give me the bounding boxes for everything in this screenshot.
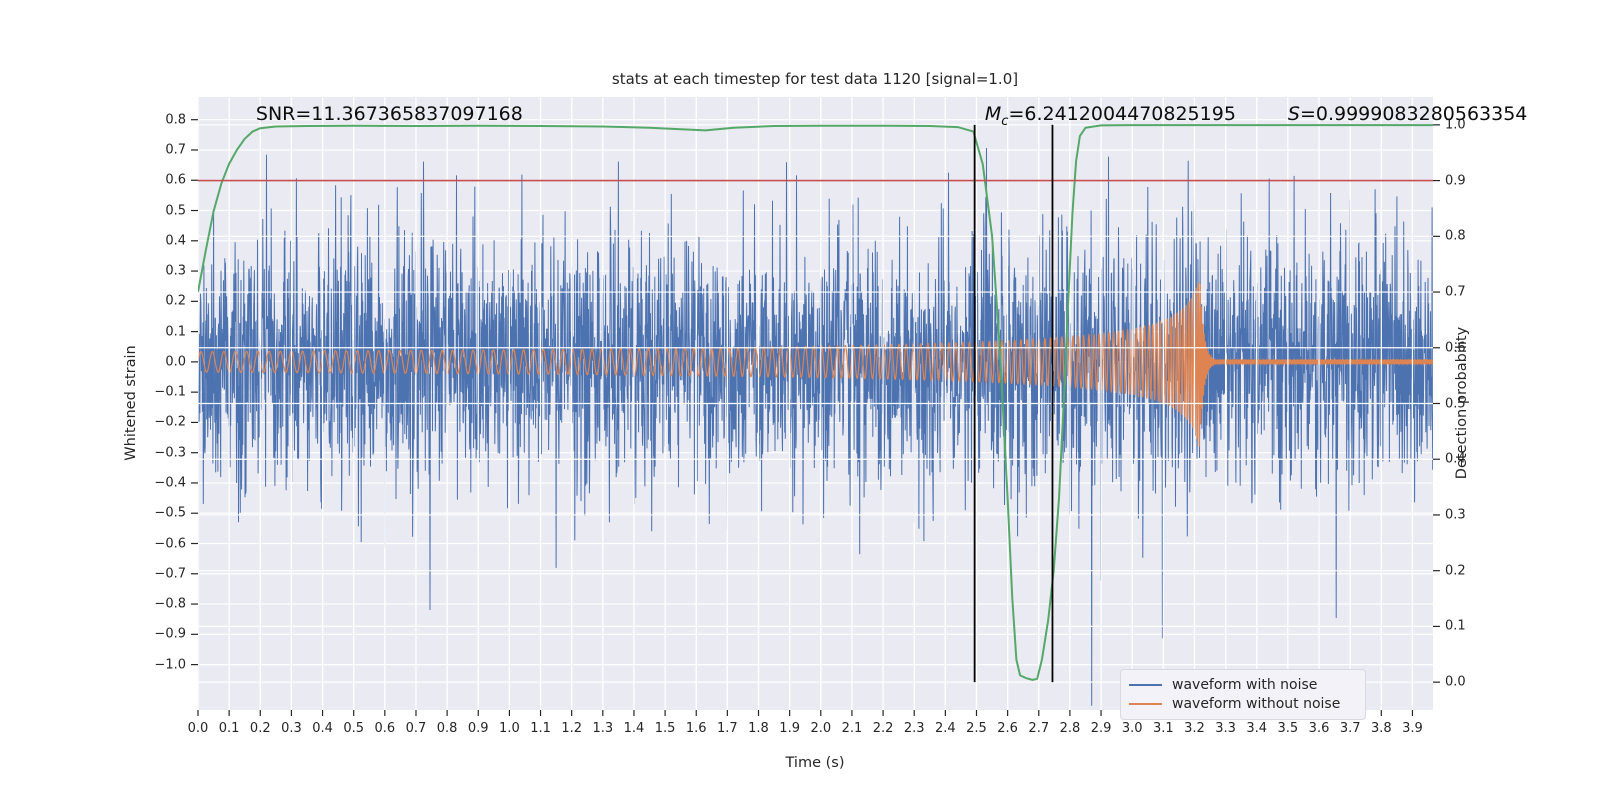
y-left-tick-label: −0.7 xyxy=(154,566,186,582)
legend-item-without-noise: waveform without noise xyxy=(1129,694,1355,713)
gridlines-over xyxy=(197,97,1433,710)
x-tick-label: 3.8 xyxy=(1370,721,1392,736)
significance-annotation: S=0.9999083280563354 xyxy=(1288,103,1528,125)
y-right-tick-label: 0.9 xyxy=(1445,173,1466,189)
y-right-tick-label: 0.5 xyxy=(1445,396,1466,411)
x-axis-label: Time (s) xyxy=(785,755,845,771)
snr-annotation: SNR=11.367365837097168 xyxy=(256,103,523,125)
y-left-tick-label: 0.7 xyxy=(165,142,186,158)
y-right-tick-label: 0.7 xyxy=(1445,284,1466,300)
legend-line-sample-blue xyxy=(1129,683,1162,686)
snr-text: SNR=11.367365837097168 xyxy=(255,102,523,125)
x-tick-label: 0.3 xyxy=(281,721,302,736)
y-left-tick-label: 0.5 xyxy=(165,203,186,219)
y-right-tick-label: 0.1 xyxy=(1445,618,1466,634)
x-tick-label: 3.7 xyxy=(1339,721,1361,736)
figure: stats at each timestep for test data 112… xyxy=(0,0,1600,800)
x-tick-label: 0.9 xyxy=(467,721,489,736)
chart-title: stats at each timestep for test data 112… xyxy=(611,70,1019,88)
x-tick-label: 1.6 xyxy=(685,721,707,736)
x-tick-label: 1.1 xyxy=(530,721,551,736)
y-left-tick-label: 0.0 xyxy=(165,354,186,370)
x-tick-label: 3.4 xyxy=(1246,721,1268,736)
x-tick-label: 0.8 xyxy=(436,721,458,736)
x-tick-label: 0.1 xyxy=(218,721,240,736)
legend-line-sample-orange xyxy=(1129,702,1162,705)
y-right-tick-label: 0.8 xyxy=(1445,228,1466,244)
chirp-mass-symbol: M xyxy=(984,102,1002,125)
y-left-tick-label: −0.9 xyxy=(154,626,186,642)
x-tick-label: 3.2 xyxy=(1184,721,1205,736)
x-tick-label: 2.9 xyxy=(1090,721,1112,736)
x-tick-label: 0.0 xyxy=(187,721,209,736)
y-right-tick-label: 0.2 xyxy=(1445,563,1466,579)
x-tick-label: 0.7 xyxy=(405,721,427,736)
significance-value: =0.9999083280563354 xyxy=(1299,102,1528,125)
y-left-tick-label: −0.2 xyxy=(154,414,186,430)
x-tick-label: 0.6 xyxy=(374,721,396,736)
y-right-tick-label: 0.0 xyxy=(1445,674,1466,690)
x-tick-label: 1.3 xyxy=(592,721,614,736)
x-tick-label: 1.4 xyxy=(623,721,645,736)
y-left-tick-label: −0.3 xyxy=(154,445,186,461)
x-tick-label: 1.5 xyxy=(654,721,676,736)
y-left-tick-label: 0.3 xyxy=(165,263,186,279)
y-left-tick-label: −1.0 xyxy=(154,657,186,673)
x-tick-label: 1.9 xyxy=(779,721,800,736)
x-tick-label: 0.4 xyxy=(312,721,333,736)
x-tick-label: 2.1 xyxy=(841,721,863,736)
x-tick-label: 0.2 xyxy=(249,721,271,736)
y-left-tick-label: 0.4 xyxy=(165,233,186,249)
y-left-tick-label: −0.6 xyxy=(154,536,186,551)
x-tick-label: 1.2 xyxy=(561,721,583,736)
waveform-with-noise-line xyxy=(198,147,1433,706)
x-tick-label: 0.5 xyxy=(343,721,365,736)
y-left-tick-label: 0.8 xyxy=(165,112,186,128)
y-right-tick-label: 0.4 xyxy=(1445,451,1466,467)
y-left-tick-label: 0.1 xyxy=(165,324,186,340)
x-tick-label: 2.5 xyxy=(966,721,987,736)
chirp-mass-value: =6.2412004470825195 xyxy=(1008,102,1236,125)
chirp-mass-annotation: Mc=6.2412004470825195 xyxy=(985,103,1236,129)
y-left-tick-label: 0.2 xyxy=(165,293,186,309)
x-tick-label: 2.2 xyxy=(872,721,894,736)
y-left-tick-label: −0.5 xyxy=(154,505,186,521)
y-left-tick-label: 0.6 xyxy=(165,172,186,188)
y-right-tick-label: 0.3 xyxy=(1445,507,1466,523)
x-tick-label: 2.8 xyxy=(1059,721,1081,736)
y-axis-label-left: Whitened strain xyxy=(123,345,139,461)
legend-label: waveform without noise xyxy=(1172,695,1341,712)
legend: waveform with noise waveform without noi… xyxy=(1120,669,1366,720)
x-tick-label: 3.5 xyxy=(1277,721,1299,736)
legend-item-with-noise: waveform with noise xyxy=(1129,675,1355,694)
y-left-tick-label: −0.8 xyxy=(154,596,186,612)
significance-symbol: S xyxy=(1287,102,1300,125)
x-tick-label: 3.6 xyxy=(1308,721,1330,736)
x-tick-label: 2.4 xyxy=(935,721,956,736)
x-tick-label: 3.1 xyxy=(1152,721,1174,736)
y-right-tick-label: 0.6 xyxy=(1445,340,1466,356)
x-tick-label: 2.7 xyxy=(1028,721,1050,736)
y-left-tick-label: −0.1 xyxy=(154,384,186,400)
x-tick-label: 1.7 xyxy=(717,721,738,736)
legend-label: waveform with noise xyxy=(1172,676,1318,693)
x-tick-label: 2.0 xyxy=(810,721,832,736)
x-tick-label: 3.9 xyxy=(1402,721,1423,736)
x-tick-label: 2.3 xyxy=(903,721,925,736)
y-left-tick-label: −0.4 xyxy=(154,475,186,491)
x-tick-label: 1.8 xyxy=(748,721,769,736)
x-tick-label: 3.0 xyxy=(1121,721,1143,736)
x-tick-label: 1.0 xyxy=(499,721,520,736)
x-tick-label: 2.6 xyxy=(997,721,1018,736)
x-tick-label: 3.3 xyxy=(1215,721,1236,736)
